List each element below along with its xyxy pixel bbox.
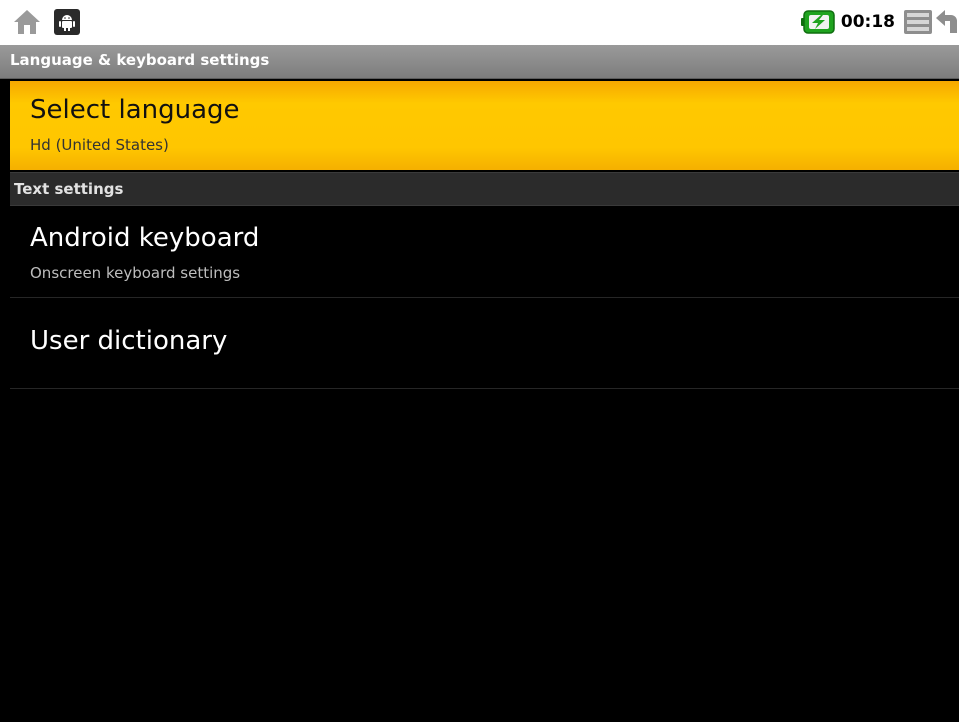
select-language-title: Select language [30,95,240,125]
status-bar-right: 00:18 [800,7,959,37]
status-bar: 00:18 [0,0,959,45]
user-dictionary-title: User dictionary [30,326,228,356]
select-language-item[interactable]: Select language Hd (United States) [10,81,959,170]
android-keyboard-item[interactable]: Android keyboard Onscreen keyboard setti… [10,207,959,298]
status-bar-left [12,8,80,36]
settings-screen: 00:18 Language & keyboard settings Selec… [0,0,959,722]
screen-title: Language & keyboard settings [10,51,270,69]
back-icon[interactable] [935,9,959,35]
select-language-summary: Hd (United States) [30,136,169,154]
status-clock: 00:18 [840,12,895,32]
android-robot-icon [59,15,75,31]
text-settings-category-label: Text settings [14,180,124,198]
android-notification-icon[interactable] [54,9,80,35]
android-keyboard-summary: Onscreen keyboard settings [30,264,241,282]
menu-icon[interactable] [903,9,933,35]
android-keyboard-title: Android keyboard [30,223,260,253]
battery-charging-icon [800,10,835,34]
text-settings-category: Text settings [10,172,959,206]
home-icon[interactable] [12,8,42,36]
user-dictionary-item[interactable]: User dictionary [10,298,959,389]
title-bar: Language & keyboard settings [0,45,959,79]
